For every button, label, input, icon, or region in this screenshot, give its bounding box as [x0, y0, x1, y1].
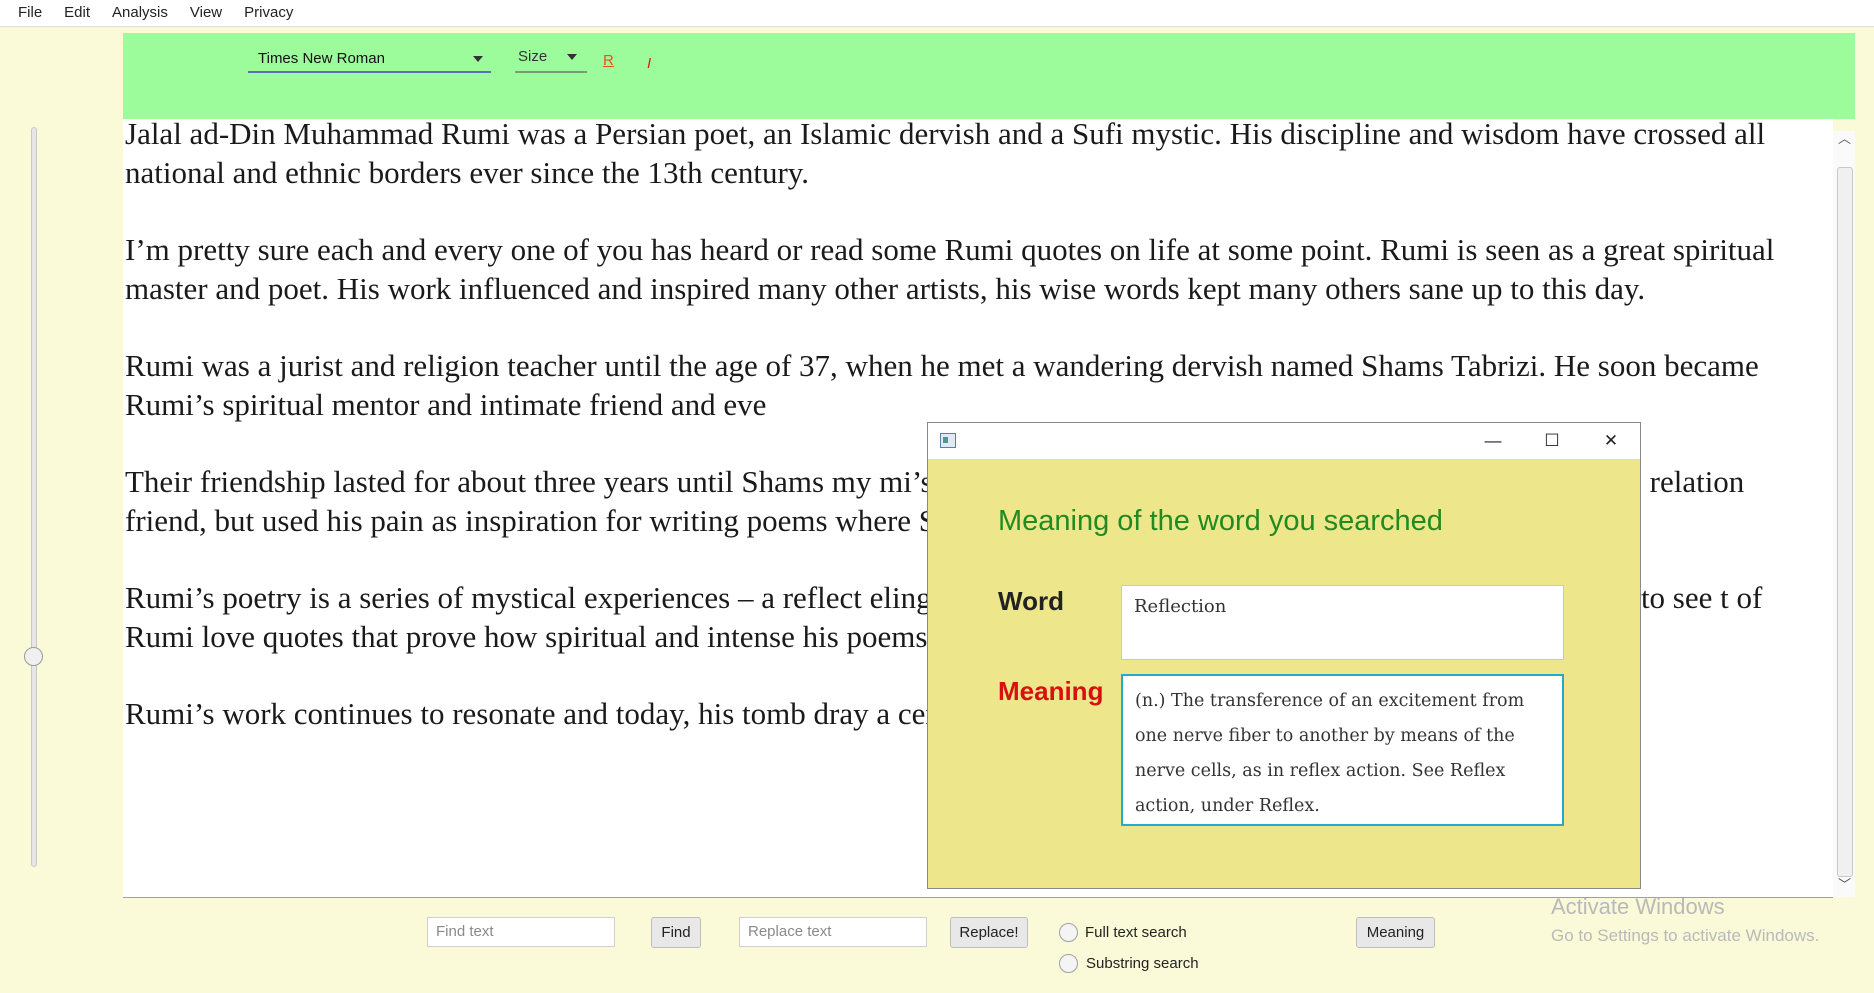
dialog-titlebar[interactable]: — ☐ ✕ — [928, 423, 1640, 460]
app-icon — [940, 433, 956, 448]
italic-button[interactable]: I — [647, 55, 651, 72]
menu-view[interactable]: View — [179, 0, 233, 26]
substring-search-radio[interactable] — [1059, 954, 1078, 973]
menu-analysis[interactable]: Analysis — [101, 0, 179, 26]
font-family-select[interactable]: Times New Roman — [248, 45, 491, 73]
minimize-icon[interactable]: — — [1464, 423, 1522, 459]
replace-button[interactable]: Replace! — [950, 917, 1028, 948]
menu-edit[interactable]: Edit — [53, 0, 101, 26]
menu-privacy[interactable]: Privacy — [233, 0, 304, 26]
meaning-label: Meaning — [998, 676, 1104, 706]
menu-bar: File Edit Analysis View Privacy — [0, 0, 1874, 27]
chevron-down-icon — [567, 54, 577, 60]
word-label: Word — [998, 586, 1064, 616]
full-text-search-radio[interactable] — [1059, 923, 1078, 942]
substring-search-label: Substring search — [1086, 955, 1199, 972]
maximize-icon[interactable]: ☐ — [1523, 423, 1581, 459]
activate-windows-title: Activate Windows — [1551, 894, 1725, 919]
word-field[interactable]: Reflection — [1121, 585, 1564, 660]
chevron-down-icon — [473, 56, 483, 62]
find-button[interactable]: Find — [651, 917, 701, 948]
replace-input[interactable]: Replace text — [739, 917, 927, 947]
close-icon[interactable]: ✕ — [1582, 423, 1640, 459]
zoom-slider[interactable] — [31, 127, 37, 867]
scrollbar-thumb[interactable] — [1837, 167, 1853, 877]
find-input[interactable]: Find text — [427, 917, 615, 947]
font-size-placeholder: Size — [518, 48, 548, 65]
meaning-field[interactable]: (n.) The transference of an excitement f… — [1121, 674, 1564, 826]
font-size-select[interactable]: Size — [515, 43, 587, 73]
full-text-search-label: Full text search — [1085, 924, 1187, 941]
paragraph: Rumi was a jurist and religion teacher u… — [125, 348, 1759, 422]
vertical-scrollbar[interactable]: ︿ ﹀ — [1833, 131, 1855, 897]
paragraph: I’m pretty sure each and every one of yo… — [125, 232, 1775, 306]
zoom-slider-thumb[interactable] — [24, 647, 43, 666]
paragraph: Jalal ad-Din Muhammad Rumi was a Persian… — [125, 119, 1766, 190]
dialog-heading: Meaning of the word you searched — [998, 505, 1443, 537]
menu-file[interactable]: File — [0, 0, 53, 26]
scroll-up-icon[interactable]: ︿ — [1838, 132, 1851, 145]
r-button[interactable]: R — [603, 52, 614, 69]
scroll-down-icon[interactable]: ﹀ — [1838, 878, 1851, 891]
font-family-value: Times New Roman — [258, 50, 385, 67]
activate-windows-subtitle: Go to Settings to activate Windows. — [1551, 926, 1820, 945]
meaning-dialog: — ☐ ✕ Meaning of the word you searched W… — [927, 422, 1641, 889]
meaning-button[interactable]: Meaning — [1356, 917, 1435, 948]
format-toolbar: Times New Roman Size R I — [123, 33, 1855, 119]
